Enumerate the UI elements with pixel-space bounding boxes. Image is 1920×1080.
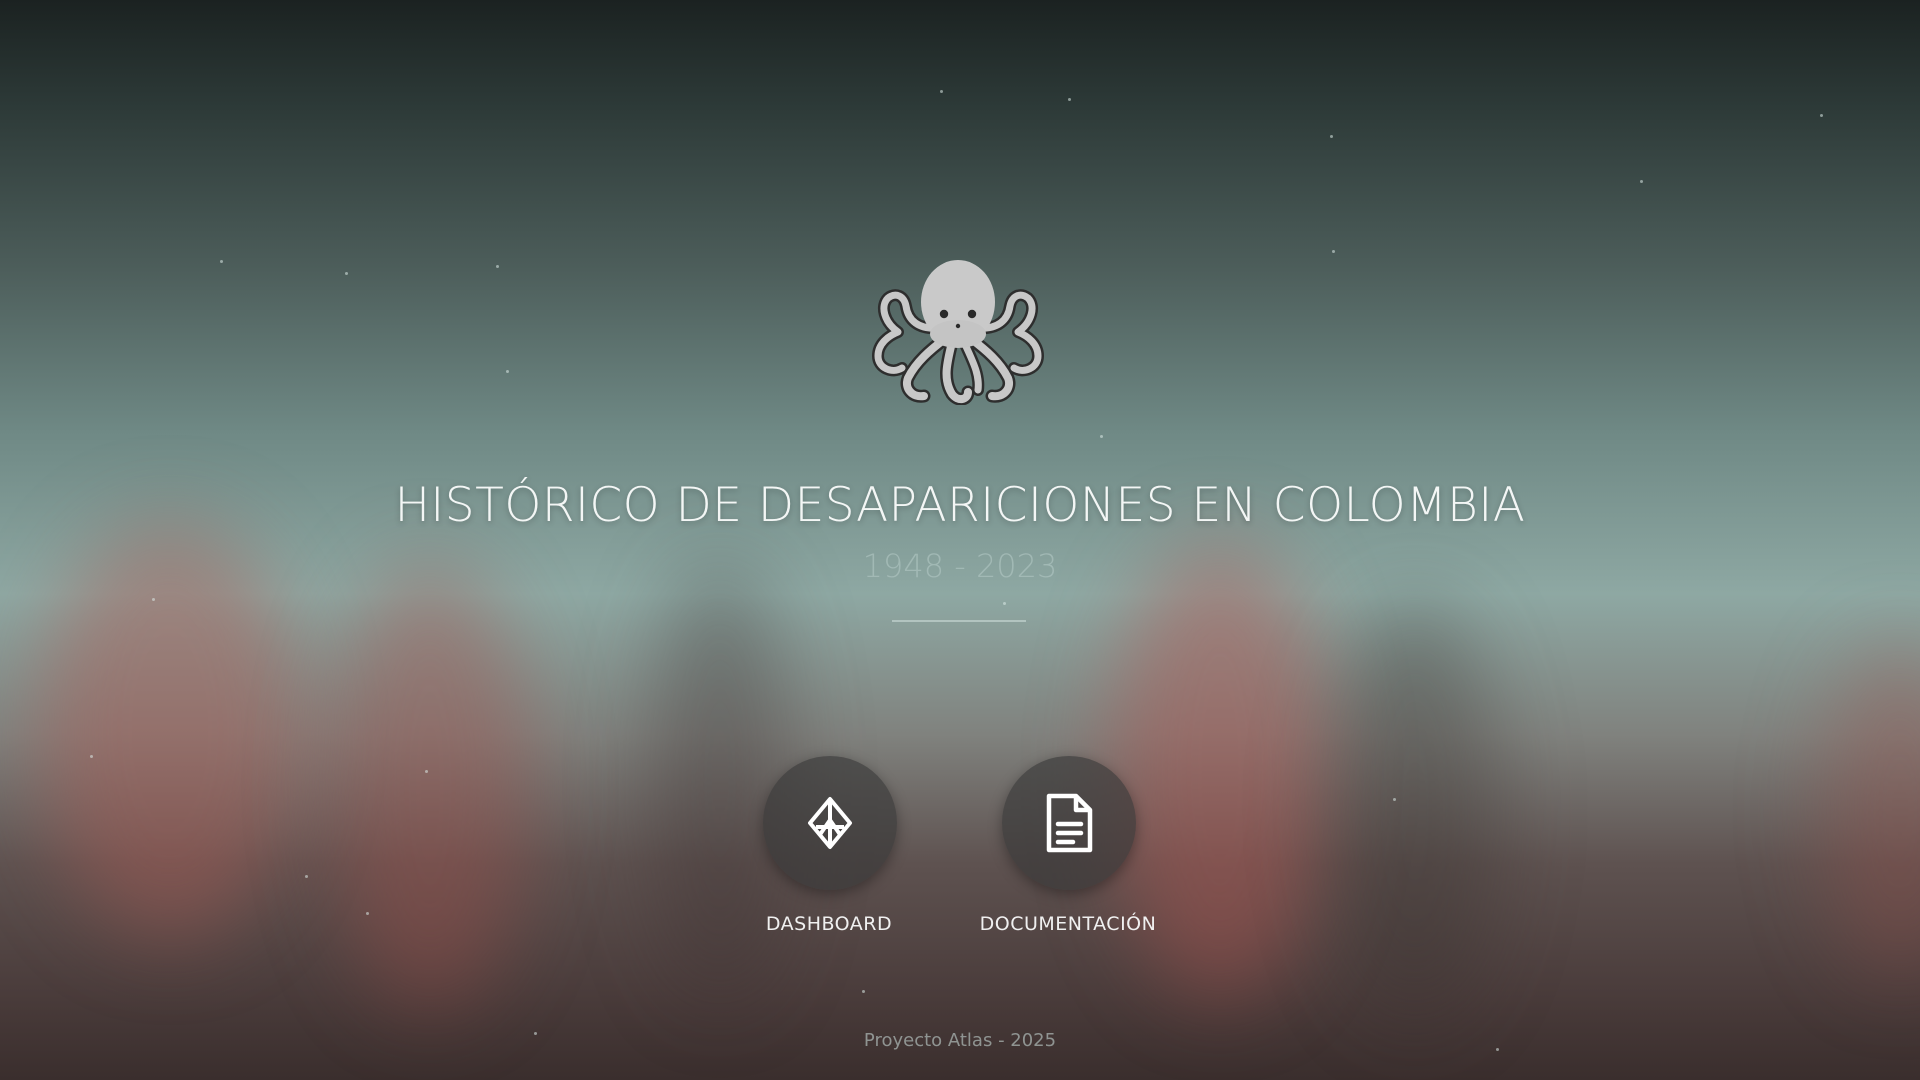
octopus-icon [868, 250, 1048, 406]
hero: HISTÓRICO DE DESAPARICIONES EN COLOMBIA … [0, 0, 1920, 1080]
page-title: HISTÓRICO DE DESAPARICIONES EN COLOMBIA [394, 478, 1526, 533]
document-icon [1043, 792, 1095, 854]
year-range: 1948 - 2023 [862, 547, 1058, 585]
divider [892, 620, 1026, 622]
documentation-label[interactable]: DOCUMENTACIÓN [938, 912, 1198, 936]
dashboard-button[interactable] [763, 756, 897, 890]
dashboard-icon [807, 796, 853, 850]
footer-text: Proyecto Atlas - 2025 [863, 1030, 1057, 1051]
documentation-button[interactable] [1002, 756, 1136, 890]
dashboard-label[interactable]: DASHBOARD [699, 912, 959, 936]
